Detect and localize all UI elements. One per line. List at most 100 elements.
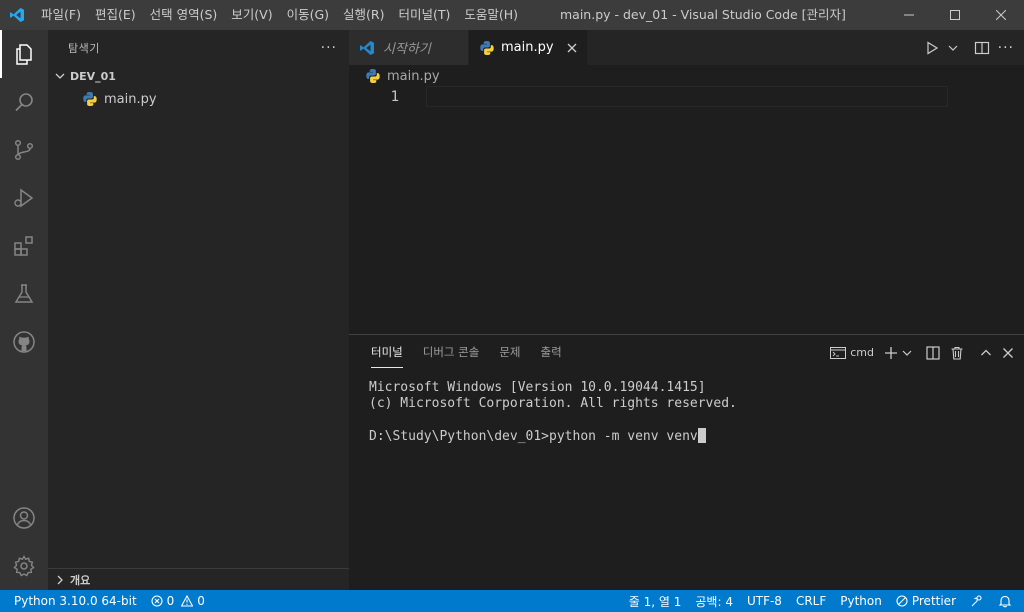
maximize-icon bbox=[950, 10, 960, 20]
chevron-down-icon[interactable] bbox=[902, 348, 912, 358]
bottom-panel: 터미널 디버그 콘솔 문제 출력 cmd Microsoft Windows [… bbox=[349, 334, 1024, 590]
explorer-header: 탐색기 ··· bbox=[48, 30, 349, 65]
bell-icon bbox=[998, 595, 1012, 608]
outline-label: 개요 bbox=[70, 573, 91, 587]
language-mode[interactable]: Python bbox=[833, 590, 889, 612]
encoding[interactable]: UTF-8 bbox=[740, 590, 789, 612]
window-title: main.py - dev_01 - Visual Studio Code [관… bbox=[560, 7, 846, 22]
plus-icon[interactable] bbox=[884, 346, 898, 360]
editor-actions: ··· bbox=[924, 30, 1024, 65]
menu-edit[interactable]: 편집(E) bbox=[88, 0, 143, 30]
python-icon bbox=[83, 92, 97, 106]
close-icon[interactable] bbox=[1002, 347, 1014, 359]
search-button[interactable] bbox=[0, 78, 48, 126]
current-line-highlight bbox=[426, 86, 948, 107]
explorer-title: 탐색기 bbox=[68, 41, 100, 55]
vscode-icon bbox=[360, 40, 374, 55]
file-item-main-py[interactable]: main.py bbox=[48, 88, 349, 110]
menu-run[interactable]: 실행(R) bbox=[336, 0, 391, 30]
prettier-status[interactable]: Prettier bbox=[889, 590, 963, 612]
terminal-cmd-icon bbox=[830, 346, 847, 359]
run-icon[interactable] bbox=[924, 40, 940, 56]
close-icon[interactable] bbox=[567, 43, 577, 53]
account-icon bbox=[13, 507, 35, 529]
explorer-button[interactable] bbox=[0, 30, 48, 78]
file-label: main.py bbox=[104, 91, 157, 107]
outline-section[interactable]: 개요 bbox=[48, 568, 349, 590]
editor-area: 시작하기 main.py ··· main.py 1 bbox=[349, 30, 1024, 334]
split-terminal-icon[interactable] bbox=[926, 345, 940, 360]
problems-status[interactable]: 0 0 bbox=[144, 590, 212, 612]
minimize-icon bbox=[904, 14, 914, 16]
testing-button[interactable] bbox=[0, 270, 48, 318]
menu-file[interactable]: 파일(F) bbox=[34, 0, 88, 30]
trash-icon[interactable] bbox=[950, 346, 964, 360]
prohibited-icon bbox=[896, 595, 908, 607]
feedback-icon bbox=[971, 595, 982, 607]
warning-count: 0 bbox=[197, 594, 205, 608]
tab-main-py[interactable]: main.py bbox=[469, 30, 587, 65]
tab-debug-console[interactable]: 디버그 콘솔 bbox=[413, 335, 490, 370]
indentation[interactable]: 공백: 4 bbox=[688, 590, 740, 612]
tab-terminal[interactable]: 터미널 bbox=[361, 335, 413, 370]
panel-actions: cmd bbox=[830, 335, 1014, 370]
minimize-button[interactable] bbox=[886, 0, 932, 30]
menu-terminal[interactable]: 터미널(T) bbox=[392, 0, 458, 30]
feedback-button[interactable] bbox=[963, 590, 991, 612]
python-interpreter[interactable]: Python 3.10.0 64-bit bbox=[0, 590, 144, 612]
tab-output[interactable]: 출력 bbox=[530, 335, 571, 370]
chevron-down-icon[interactable] bbox=[948, 43, 958, 53]
terminal-output[interactable]: Microsoft Windows [Version 10.0.19044.14… bbox=[349, 370, 1024, 455]
chevron-down-icon bbox=[55, 73, 65, 79]
terminal-command: D:\Study\Python\dev_01>python -m venv ve… bbox=[369, 429, 698, 444]
menu-selection[interactable]: 선택 영역(S) bbox=[143, 0, 225, 30]
activity-bar bbox=[0, 30, 48, 590]
extensions-button[interactable] bbox=[0, 222, 48, 270]
menu-help[interactable]: 도움말(H) bbox=[457, 0, 525, 30]
terminal-name: cmd bbox=[850, 346, 874, 359]
terminal-prompt-line: D:\Study\Python\dev_01>python -m venv ve… bbox=[369, 428, 1004, 445]
menu-go[interactable]: 이동(G) bbox=[280, 0, 336, 30]
github-button[interactable] bbox=[0, 318, 48, 366]
vscode-logo-icon bbox=[0, 0, 34, 30]
run-debug-button[interactable] bbox=[0, 174, 48, 222]
source-control-icon bbox=[14, 139, 34, 161]
explorer-sidebar: 탐색기 ··· DEV_01 main.py 개요 bbox=[48, 30, 349, 590]
notifications-button[interactable] bbox=[991, 590, 1024, 612]
files-icon bbox=[16, 44, 32, 65]
more-actions-button[interactable]: ··· bbox=[321, 40, 337, 56]
python-icon bbox=[480, 40, 494, 55]
more-icon[interactable]: ··· bbox=[998, 40, 1014, 56]
title-bar: 파일(F) 편집(E) 선택 영역(S) 보기(V) 이동(G) 실행(R) 터… bbox=[0, 0, 1024, 30]
terminal-line: (c) Microsoft Corporation. All rights re… bbox=[369, 396, 737, 411]
split-editor-icon[interactable] bbox=[974, 40, 990, 56]
source-control-button[interactable] bbox=[0, 126, 48, 174]
breadcrumb-item[interactable]: main.py bbox=[387, 69, 440, 84]
run-debug-icon bbox=[14, 188, 34, 208]
tab-problems[interactable]: 문제 bbox=[489, 335, 530, 370]
editor-tabbar: 시작하기 main.py ··· bbox=[349, 30, 1024, 65]
terminal-cursor bbox=[697, 428, 706, 443]
chevron-right-icon bbox=[57, 575, 63, 584]
tab-welcome[interactable]: 시작하기 bbox=[349, 30, 469, 65]
code-line[interactable]: 1 bbox=[349, 86, 1024, 107]
terminal-selector[interactable]: cmd bbox=[830, 346, 874, 360]
close-icon bbox=[996, 10, 1006, 20]
search-icon bbox=[15, 93, 33, 112]
folder-dev-01[interactable]: DEV_01 bbox=[48, 65, 349, 87]
close-window-button[interactable] bbox=[978, 0, 1024, 30]
cursor-position[interactable]: 줄 1, 열 1 bbox=[622, 590, 689, 612]
tab-title-group: main.py bbox=[479, 40, 554, 56]
window-controls bbox=[886, 0, 1024, 30]
github-icon bbox=[13, 331, 35, 353]
maximize-button[interactable] bbox=[932, 0, 978, 30]
accounts-button[interactable] bbox=[0, 494, 48, 542]
chevron-up-icon[interactable] bbox=[980, 347, 992, 359]
terminal-line: Microsoft Windows [Version 10.0.19044.14… bbox=[369, 380, 706, 395]
line-number: 1 bbox=[390, 88, 399, 105]
manage-button[interactable] bbox=[0, 542, 48, 590]
folder-label: DEV_01 bbox=[70, 69, 116, 83]
end-of-line[interactable]: CRLF bbox=[789, 590, 833, 612]
menu-view[interactable]: 보기(V) bbox=[224, 0, 279, 30]
